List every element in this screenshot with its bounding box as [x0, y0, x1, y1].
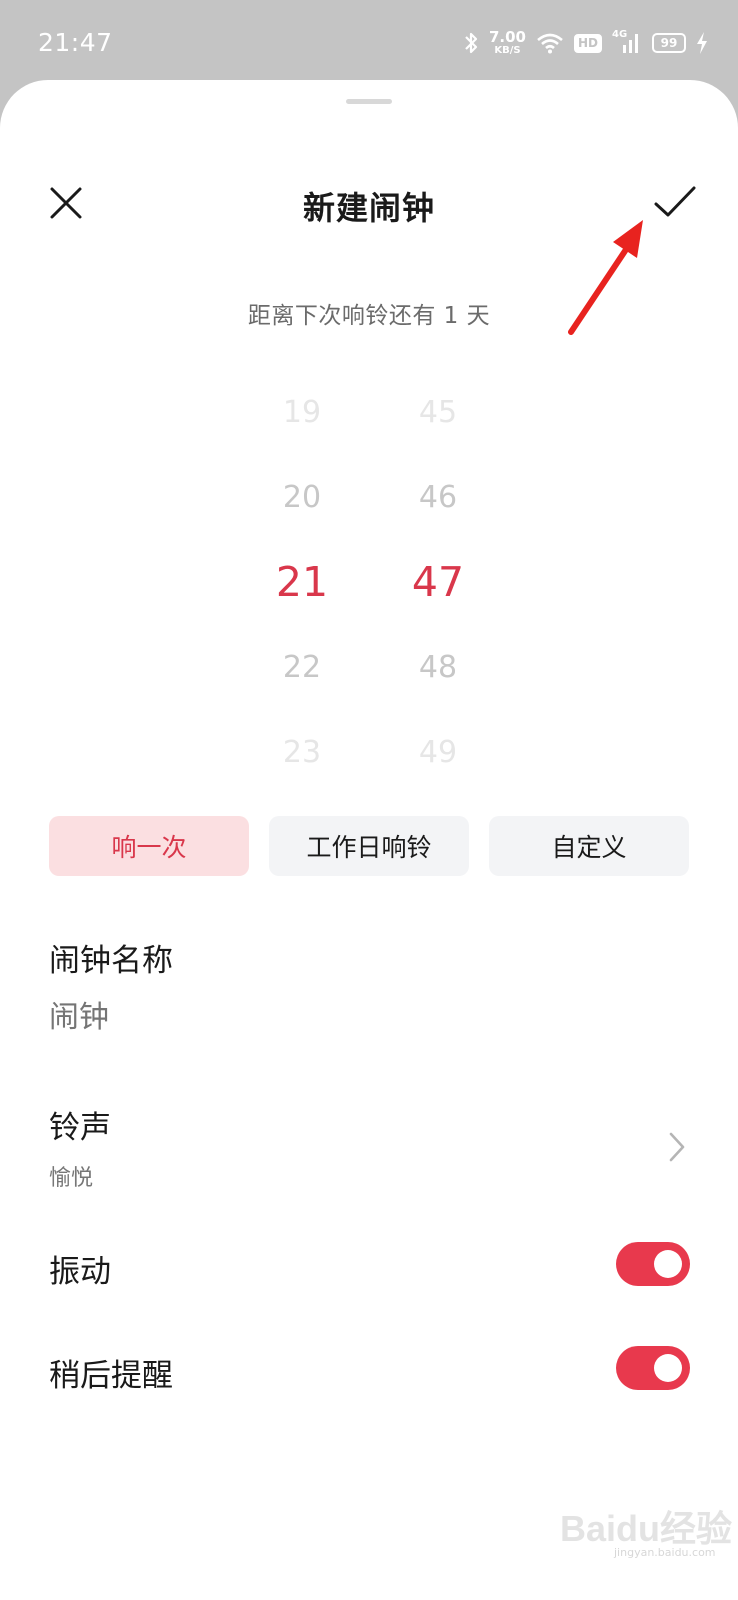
hour-option[interactable]: 22 [242, 625, 362, 710]
net-speed: 7.00 KB/S [489, 30, 526, 56]
alarm-name-input[interactable] [49, 1000, 549, 1035]
hour-option[interactable]: 23 [242, 710, 362, 795]
selected-minute[interactable]: 47 [378, 540, 498, 625]
charging-icon [697, 32, 707, 54]
hour-option[interactable]: 19 [242, 370, 362, 455]
minute-option[interactable]: 49 [378, 710, 498, 795]
ringtone-value: 愉悦 [49, 1166, 94, 1191]
minute-picker[interactable]: 45 46 47 48 49 [378, 370, 498, 795]
net-speed-unit: KB/S [494, 45, 521, 56]
repeat-custom-button[interactable]: 自定义 [489, 816, 689, 876]
minute-option[interactable]: 45 [378, 370, 498, 455]
toggle-knob [654, 1250, 682, 1278]
vibrate-label: 振动 [49, 1254, 111, 1290]
countdown-text: 距离下次响铃还有 1 天 [247, 303, 491, 329]
vibrate-toggle[interactable] [616, 1242, 690, 1286]
hour-picker[interactable]: 19 20 21 22 23 [242, 370, 362, 795]
wifi-icon [537, 33, 563, 54]
ringtone-label: 铃声 [49, 1110, 111, 1146]
status-icons: 7.00 KB/S HD 4G 99 [463, 26, 708, 60]
chevron-right-icon [669, 1132, 685, 1162]
repeat-workday-button[interactable]: 工作日响铃 [269, 816, 469, 876]
watermark-logo: Baidu经验 [560, 1508, 733, 1549]
repeat-options: 响一次 工作日响铃 自定义 [49, 816, 689, 876]
bluetooth-icon [465, 32, 478, 54]
net-speed-value: 7.00 [488, 28, 526, 46]
minute-option[interactable]: 46 [378, 455, 498, 540]
watermark-url: jingyan.baidu.com [614, 1546, 716, 1559]
snooze-label: 稍后提醒 [49, 1358, 173, 1394]
hour-option[interactable]: 20 [242, 455, 362, 540]
alarm-name-label: 闹钟名称 [49, 943, 173, 979]
toggle-knob [654, 1354, 682, 1382]
battery-indicator: 99 [652, 33, 686, 53]
selected-hour[interactable]: 21 [242, 540, 362, 625]
drag-handle[interactable] [346, 99, 392, 104]
status-bar: 21:47 7.00 KB/S HD 4G 99 [0, 0, 738, 86]
hd-badge: HD [573, 33, 602, 53]
repeat-once-button[interactable]: 响一次 [49, 816, 249, 876]
status-time: 21:47 [38, 28, 113, 57]
snooze-toggle[interactable] [616, 1346, 690, 1390]
minute-option[interactable]: 48 [378, 625, 498, 710]
new-alarm-sheet: 新建闹钟 距离下次响铃还有 1 天 19 20 21 22 23 45 46 4… [0, 80, 738, 1600]
signal-icon: 4G [612, 29, 642, 55]
